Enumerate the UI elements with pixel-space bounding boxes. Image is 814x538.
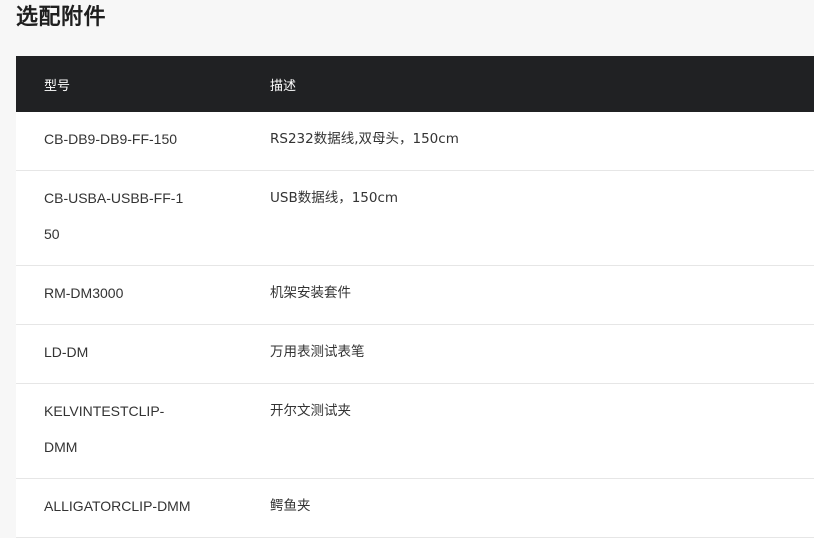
accessories-table-container: 型号 描述 CB-DB9-DB9-FF-150 RS232数据线,双母头，150… [16,56,814,538]
column-header-model: 型号 [44,78,71,94]
model-value: LD-DM [44,344,89,360]
model-value: ALLIGATORCLIP-DMM [44,498,191,514]
table-row: ALLIGATORCLIP-DMM 鳄鱼夹 [16,479,814,538]
description-cell: USB数据线，150cm [270,171,814,266]
section-title: 选配附件 [16,5,107,30]
description-cell: 机架安装套件 [270,266,814,325]
model-cell: LD-DM [16,325,270,384]
model-value: RM-DM3000 [44,285,124,301]
description-cell: 鳄鱼夹 [270,479,814,538]
model-cell: ALLIGATORCLIP-DMM [16,479,270,538]
description-cell: 开尔文测试夹 [270,384,814,479]
table-row: KELVINTESTCLIP-DMM 开尔文测试夹 [16,384,814,479]
model-cell: CB-USBA-USBB-FF-150 [16,171,270,266]
column-header-description: 描述 [270,78,297,94]
description-cell: 万用表测试表笔 [270,325,814,384]
table-header: 型号 描述 [16,56,814,112]
table-body: CB-DB9-DB9-FF-150 RS232数据线,双母头，150cm CB-… [16,112,814,538]
model-cell: RM-DM3000 [16,266,270,325]
description-value: 开尔文测试夹 [270,403,351,419]
table-row: CB-DB9-DB9-FF-150 RS232数据线,双母头，150cm [16,112,814,171]
table-row: RM-DM3000 机架安装套件 [16,266,814,325]
table-row: CB-USBA-USBB-FF-150 USB数据线，150cm [16,171,814,266]
description-value: 鳄鱼夹 [270,498,311,514]
description-value: USB数据线，150cm [270,190,399,206]
model-cell: CB-DB9-DB9-FF-150 [16,112,270,171]
description-value: 万用表测试表笔 [270,344,365,360]
model-value: CB-DB9-DB9-FF-150 [44,131,178,147]
description-cell: RS232数据线,双母头，150cm [270,112,814,171]
model-value: KELVINTESTCLIP-DMM [44,403,165,455]
description-value: 机架安装套件 [270,285,351,301]
table-row: LD-DM 万用表测试表笔 [16,325,814,384]
model-cell: KELVINTESTCLIP-DMM [16,384,270,479]
accessories-table: 型号 描述 CB-DB9-DB9-FF-150 RS232数据线,双母头，150… [16,56,814,538]
model-value: CB-USBA-USBB-FF-150 [44,190,184,242]
header-row: 型号 描述 [16,56,814,112]
description-value: RS232数据线,双母头，150cm [270,131,459,147]
